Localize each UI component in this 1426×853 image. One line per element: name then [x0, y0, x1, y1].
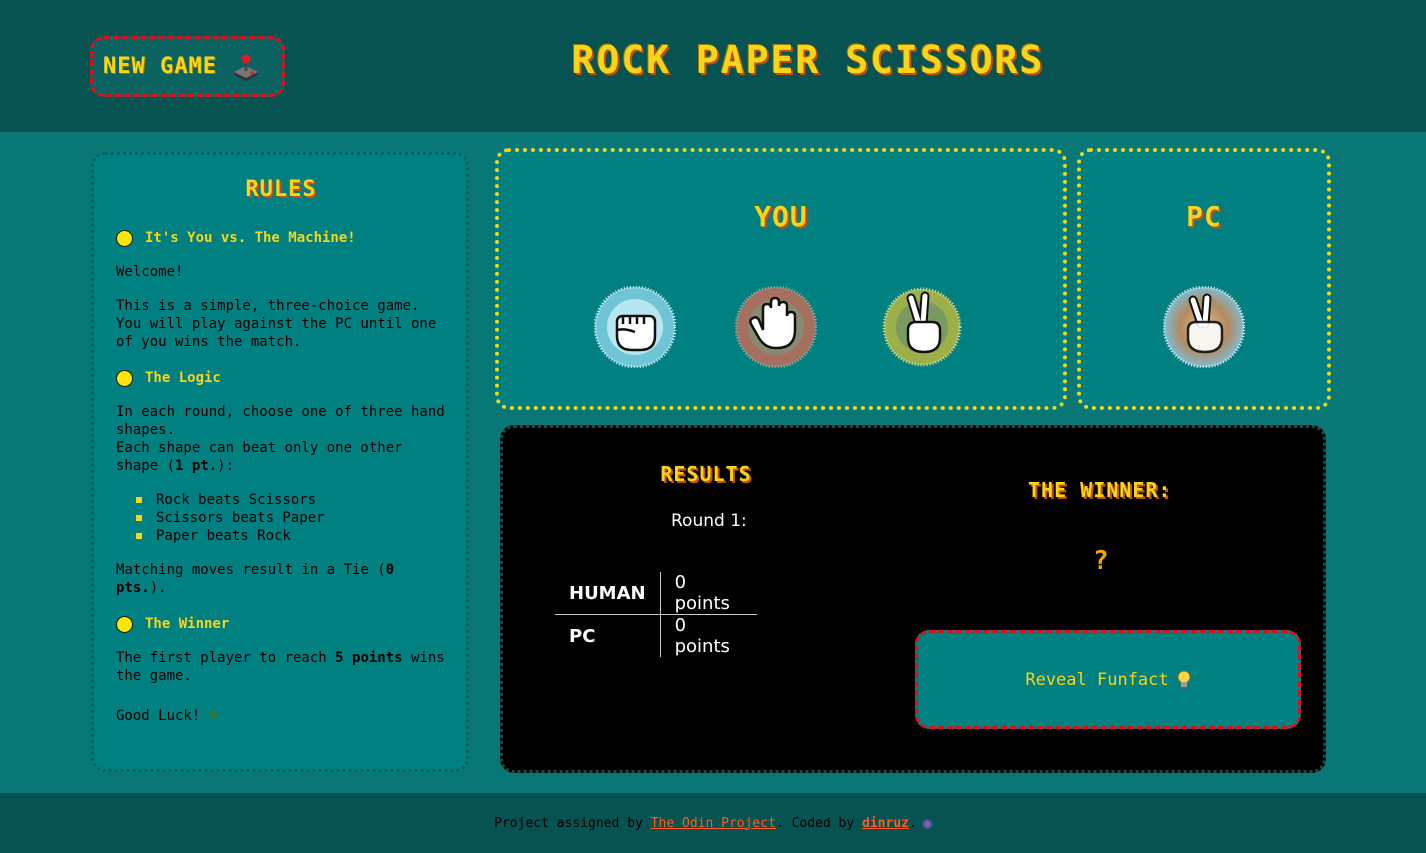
table-row: PC 0 points [555, 614, 757, 657]
footer: Project assigned by The Odin Project . C… [0, 793, 1426, 853]
score-table: HUMAN 0 points PC 0 points [555, 572, 758, 657]
footer-text: Project assigned by [494, 815, 651, 831]
lightbulb-icon [1177, 670, 1191, 690]
paper-button[interactable] [734, 285, 818, 369]
odin-project-link[interactable]: The Odin Project [651, 816, 776, 831]
round-label: Round 1: [671, 511, 747, 531]
shuffle-icon [1162, 285, 1246, 369]
logic-line-2: Each shape can beat only one other shape… [116, 440, 403, 474]
player-name: PC [555, 614, 661, 657]
logic-line-2-end: ): [217, 458, 235, 474]
rock-button[interactable] [593, 285, 677, 369]
author-link[interactable]: dinruz [862, 816, 909, 831]
rules-section-title: It's You vs. The Machine! [145, 230, 356, 246]
rules-panel: RULES It's You vs. The Machine! Welcome!… [91, 152, 469, 772]
rules-section-heading: The Logic [116, 369, 446, 387]
winner-line: The first player to reach [116, 650, 336, 666]
logic-line-1: In each round, choose one of three hand … [116, 404, 445, 438]
results-title: RESULTS [660, 462, 752, 486]
funfact-label: Reveal Funfact [1025, 669, 1169, 690]
pc-title: PC [1186, 200, 1222, 233]
tie-line: Matching moves result in a Tie ( [116, 562, 386, 578]
good-luck-text: Good Luck! ♣ [116, 706, 446, 725]
you-title: YOU [754, 200, 808, 233]
beats-list: Rock beats Scissors Scissors beats Paper… [134, 491, 446, 545]
welcome-text: Welcome! [116, 264, 184, 280]
winning-points: 5 points [335, 650, 403, 666]
tie-text: Matching moves result in a Tie (0 pts.). [116, 561, 446, 597]
paper-icon [734, 285, 818, 369]
tie-line-end: ). [149, 580, 167, 596]
pc-choice-display [1162, 285, 1246, 369]
rules-title: RULES [245, 177, 317, 202]
rules-section-heading: It's You vs. The Machine! [116, 229, 446, 247]
footer-text: . [908, 815, 917, 831]
scissors-button[interactable] [881, 286, 963, 368]
reveal-funfact-button[interactable]: Reveal Funfact [915, 630, 1301, 729]
rules-section-title: The Winner [145, 616, 230, 632]
point-value: 1 pt. [175, 458, 218, 474]
logic-text: In each round, choose one of three hand … [116, 403, 446, 475]
yellow-circle-icon [116, 615, 133, 633]
rules-section-title: The Logic [145, 370, 221, 386]
alien-icon: ◉ [922, 814, 932, 832]
yellow-circle-icon [116, 369, 133, 387]
player-score: 0 points [660, 572, 758, 615]
yellow-circle-icon [116, 229, 133, 247]
good-luck-label: Good Luck! [116, 708, 201, 724]
page-title: ROCK PAPER SCISSORS [571, 38, 1045, 82]
winner-text: The first player to reach 5 points wins … [116, 649, 446, 685]
rules-section-heading: The Winner [116, 615, 446, 633]
scissors-icon [882, 287, 962, 367]
player-name: HUMAN [555, 572, 661, 615]
list-item: Paper beats Rock [134, 527, 446, 545]
pc-choice-panel: PC [1077, 148, 1331, 410]
list-item: Rock beats Scissors [134, 491, 446, 509]
clover-icon: ♣ [208, 705, 219, 724]
winner-title: THE WINNER: [1028, 478, 1172, 502]
results-panel: RESULTS Round 1: HUMAN 0 points PC 0 poi… [500, 425, 1326, 773]
footer-text: . Coded by [775, 815, 863, 831]
list-item: Scissors beats Paper [134, 509, 446, 527]
player-score: 0 points [674, 615, 730, 657]
player-choice-panel: YOU [495, 148, 1067, 410]
intro-text: This is a simple, three-choice game. You… [116, 298, 437, 350]
header: NEW GAME ROCK PAPER SCISSORS [0, 0, 1426, 132]
rock-icon [593, 285, 677, 369]
table-row: HUMAN 0 points [555, 572, 758, 615]
winner-value: ? [1093, 546, 1109, 576]
